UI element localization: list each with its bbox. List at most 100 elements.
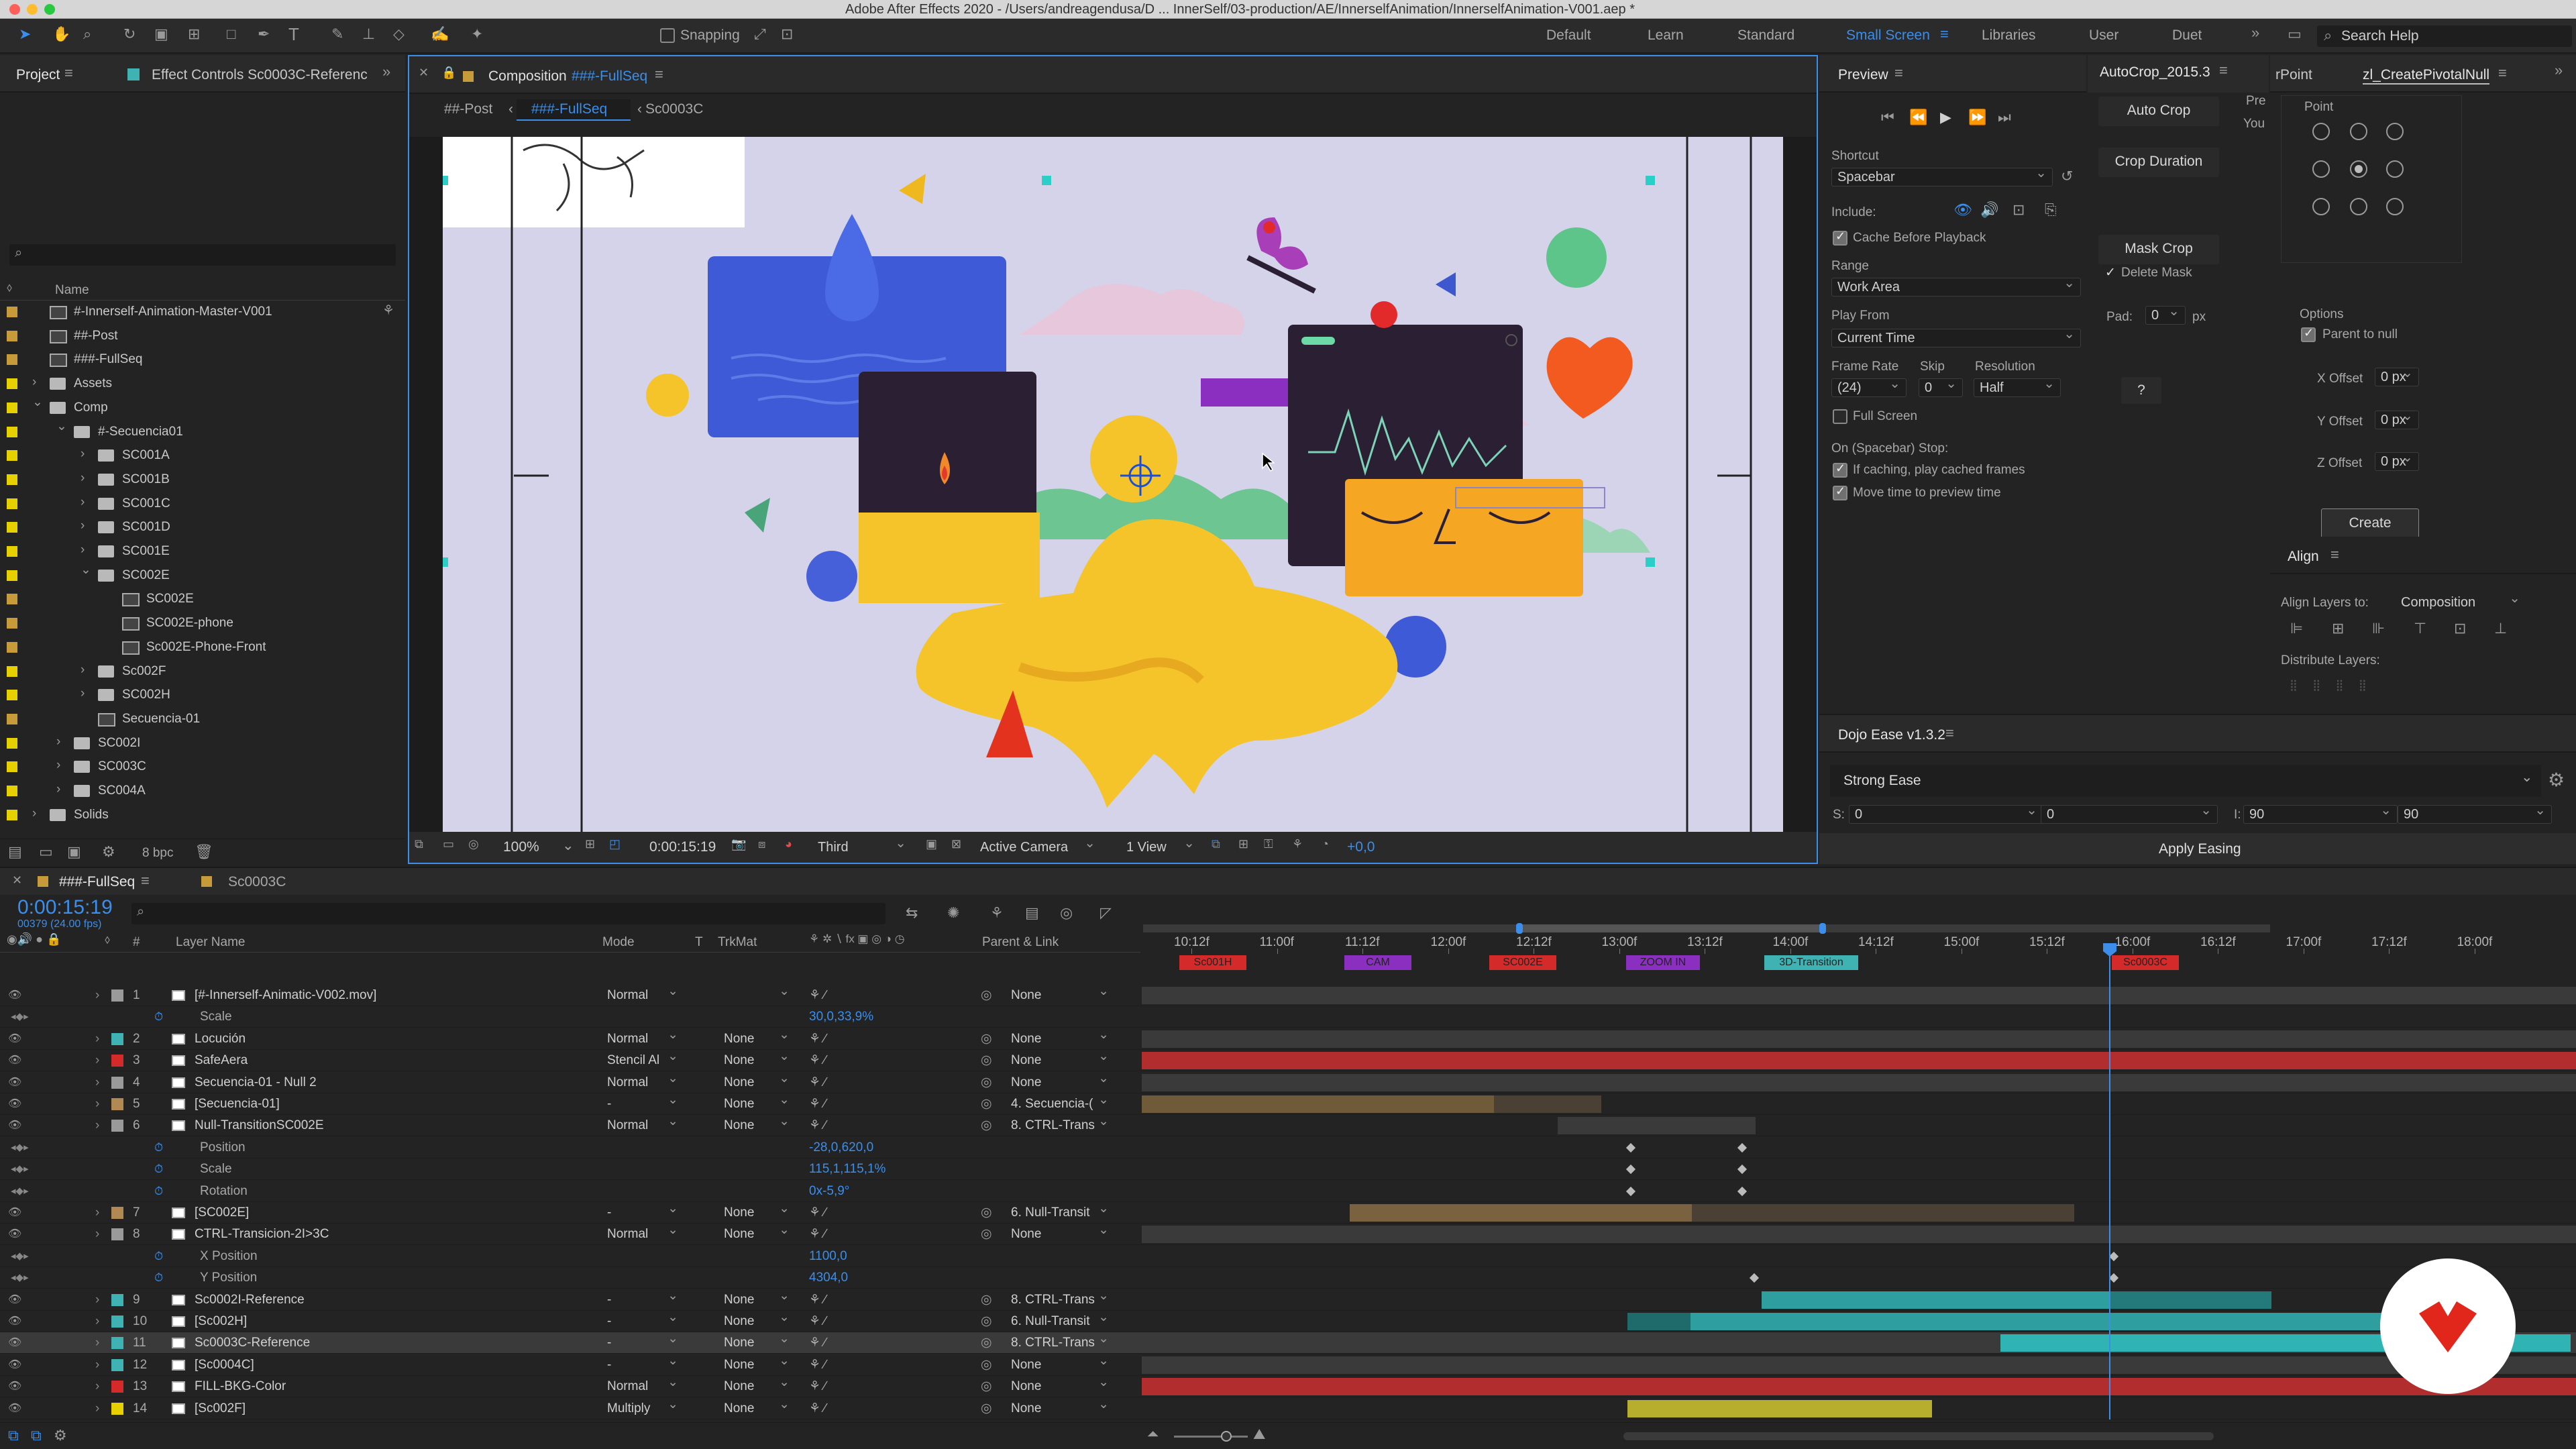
parent-dropdown[interactable]: None bbox=[1005, 1070, 1115, 1092]
align-top-icon[interactable]: ⊤ bbox=[2414, 620, 2426, 637]
label-color-swatch[interactable] bbox=[7, 426, 17, 437]
layer-name[interactable]: SafeAera bbox=[195, 1052, 248, 1069]
parent-dropdown[interactable]: 8. CTRL-Trans bbox=[1005, 1330, 1115, 1352]
label-color-swatch[interactable] bbox=[7, 307, 17, 317]
pick-whip-icon[interactable]: ◎ bbox=[981, 1378, 992, 1395]
toggle-3d-icon[interactable]: ⊞ bbox=[1238, 837, 1248, 851]
property-value[interactable]: 30,0,33,9% bbox=[809, 1008, 873, 1026]
camera-dropdown[interactable]: Active Camera bbox=[974, 835, 1102, 857]
label-color-swatch[interactable] bbox=[7, 809, 17, 820]
search-help-box[interactable]: ⌕ Search Help bbox=[2317, 25, 2572, 47]
layer-duration-bar[interactable] bbox=[1142, 1095, 1494, 1113]
label-color-swatch[interactable] bbox=[7, 786, 17, 796]
stopwatch-icon[interactable]: ⏱ bbox=[154, 1008, 163, 1026]
twirl-right-icon[interactable]: › bbox=[95, 1030, 99, 1048]
layer-name[interactable]: Locución bbox=[195, 1030, 246, 1048]
timeline-tab-fullseq[interactable]: ###-FullSeq bbox=[59, 873, 135, 891]
snapping-checkbox[interactable] bbox=[660, 28, 675, 43]
stopwatch-icon[interactable]: ⏱ bbox=[154, 1161, 163, 1178]
layer-switches[interactable]: ⚘ ∕ bbox=[809, 1334, 826, 1352]
project-item[interactable]: › SC002I bbox=[0, 732, 405, 755]
pan-behind-tool-icon[interactable]: ⊞ bbox=[188, 25, 200, 43]
flowchart-icon[interactable]: ⚘ bbox=[1292, 837, 1303, 851]
align-hcenter-icon[interactable]: ⊞ bbox=[2332, 620, 2344, 637]
hand-tool-icon[interactable]: ✋ bbox=[52, 25, 70, 43]
blend-mode-dropdown[interactable]: Normal bbox=[601, 1026, 684, 1049]
workspace-learn[interactable]: Learn bbox=[1648, 27, 1684, 44]
property-row[interactable]: ⏱ Scale 115,1,115,1% ◂◆▸ bbox=[0, 1159, 2576, 1181]
channel-icon[interactable]: ◕ bbox=[785, 837, 792, 851]
keyframe-navigator-icon[interactable]: ◂◆▸ bbox=[11, 1161, 29, 1178]
label-color-swatch[interactable] bbox=[7, 737, 17, 749]
visibility-eye-icon[interactable]: 👁 bbox=[8, 1313, 21, 1330]
layer-row[interactable]: 👁 › 1 [#-Innerself-Animatic-V002.mov] Normal… bbox=[0, 983, 2576, 1006]
preview-menu-icon[interactable]: ≡ bbox=[1894, 64, 1903, 82]
visibility-eye-icon[interactable]: 👁 bbox=[8, 987, 21, 1004]
trkmat-dropdown[interactable]: None bbox=[718, 1352, 796, 1375]
graph-editor-icon[interactable]: ◸ bbox=[1100, 904, 1112, 922]
views-dropdown[interactable]: 1 View bbox=[1120, 835, 1201, 857]
stopwatch-icon[interactable]: ⏱ bbox=[154, 1183, 163, 1200]
layer-name[interactable]: [#-Innerself-Animatic-V002.mov] bbox=[195, 987, 376, 1004]
layer-duration-bar[interactable] bbox=[1350, 1204, 1692, 1222]
keyframe-navigator-icon[interactable]: ◂◆▸ bbox=[11, 1269, 29, 1287]
property-value[interactable]: 4304,0 bbox=[809, 1269, 848, 1287]
blend-mode-dropdown[interactable]: Normal bbox=[601, 983, 684, 1005]
pick-whip-icon[interactable]: ◎ bbox=[981, 1291, 992, 1309]
twirl-right-icon[interactable]: › bbox=[95, 1204, 99, 1222]
trkmat-dropdown[interactable]: None bbox=[718, 1330, 796, 1352]
layer-label-color[interactable] bbox=[111, 1055, 123, 1067]
full-screen-checkbox[interactable] bbox=[1833, 409, 1847, 424]
keyframe-diamond[interactable] bbox=[1737, 1142, 1748, 1152]
visibility-eye-icon[interactable]: 👁 bbox=[8, 1291, 21, 1309]
interpret-footage-icon[interactable]: ▤ bbox=[8, 843, 22, 861]
workspace-small-screen[interactable]: Small Screen bbox=[1846, 27, 1930, 44]
visibility-eye-icon[interactable]: 👁 bbox=[8, 1074, 21, 1091]
apply-easing-button[interactable]: Apply Easing bbox=[1819, 833, 2576, 864]
property-value[interactable]: -28,0,620,0 bbox=[809, 1139, 873, 1157]
mask-crop-button[interactable]: Mask Crop bbox=[2098, 235, 2219, 264]
i-input-1[interactable]: 90 bbox=[2243, 802, 2398, 824]
layer-row[interactable]: 👁 › 2 Locución Normal None ⚘ ∕ ◎ None bbox=[0, 1026, 2576, 1050]
close-tab-icon[interactable]: ✕ bbox=[419, 66, 429, 80]
exposure-icon[interactable]: ◔ bbox=[1322, 837, 1329, 851]
twirl-right-icon[interactable]: › bbox=[95, 1400, 99, 1417]
align-title[interactable]: Align bbox=[2288, 549, 2319, 565]
help-button[interactable]: ? bbox=[2121, 377, 2161, 404]
blend-mode-dropdown[interactable]: - bbox=[601, 1309, 684, 1331]
parent-dropdown[interactable]: 6. Null-Transit bbox=[1005, 1200, 1115, 1222]
layer-switches[interactable]: ⚘ ∕ bbox=[809, 987, 826, 1004]
keyframe-diamond[interactable] bbox=[1625, 1186, 1636, 1196]
keyframe-diamond[interactable] bbox=[1737, 1186, 1748, 1196]
twirl-right-icon[interactable]: › bbox=[80, 494, 85, 511]
shortcut-dropdown[interactable]: Spacebar bbox=[1831, 164, 2053, 186]
visibility-eye-icon[interactable]: 👁 bbox=[8, 1095, 21, 1113]
puppet-tool-icon[interactable]: ✦ bbox=[471, 25, 483, 43]
pick-whip-icon[interactable]: ◎ bbox=[981, 1356, 992, 1374]
trkmat-dropdown[interactable]: None bbox=[718, 1113, 796, 1135]
next-frame-icon[interactable]: ⏩ bbox=[1968, 109, 1986, 126]
twirl-down-icon[interactable]: ⌄ bbox=[56, 418, 67, 435]
trkmat-dropdown[interactable]: None bbox=[718, 1091, 796, 1114]
layer-name[interactable]: [Sc0004C] bbox=[195, 1356, 254, 1374]
layer-row[interactable]: 👁 › 10 [Sc002H] - None ⚘ ∕ ◎ 6. Null-Transit bbox=[0, 1309, 2576, 1332]
point-top-center-radio[interactable] bbox=[2350, 123, 2367, 140]
twirl-right-icon[interactable]: › bbox=[95, 1356, 99, 1374]
first-frame-icon[interactable]: ⏮ bbox=[1881, 109, 1894, 126]
project-settings-icon[interactable]: ⚙ bbox=[102, 843, 115, 861]
cache-before-playback-checkbox[interactable] bbox=[1833, 229, 1847, 246]
layer-switches[interactable]: ⚘ ∕ bbox=[809, 1226, 826, 1243]
zoom-slider-knob[interactable] bbox=[1221, 1431, 1232, 1442]
layer-duration-bar[interactable] bbox=[1558, 1117, 1756, 1135]
label-color-swatch[interactable] bbox=[7, 498, 17, 509]
project-item[interactable]: › Assets bbox=[0, 372, 405, 395]
layer-name[interactable]: [Secuencia-01] bbox=[195, 1095, 280, 1113]
twirl-right-icon[interactable]: › bbox=[80, 661, 85, 679]
layer-switches[interactable]: ⚘ ∕ bbox=[809, 1052, 826, 1069]
range-dropdown[interactable]: Work Area bbox=[1831, 274, 2081, 297]
property-row[interactable]: ⏱ Rotation 0x-5,9° ◂◆▸ bbox=[0, 1181, 2576, 1202]
property-row[interactable]: ⏱ X Position 1100,0 ◂◆▸ bbox=[0, 1246, 2576, 1267]
align-bottom-icon[interactable]: ⊥ bbox=[2494, 620, 2507, 637]
timeline-timecode[interactable]: 0:00:15:19 bbox=[17, 896, 113, 919]
zoom-in-icon[interactable]: ⛰ bbox=[1253, 1426, 1265, 1443]
